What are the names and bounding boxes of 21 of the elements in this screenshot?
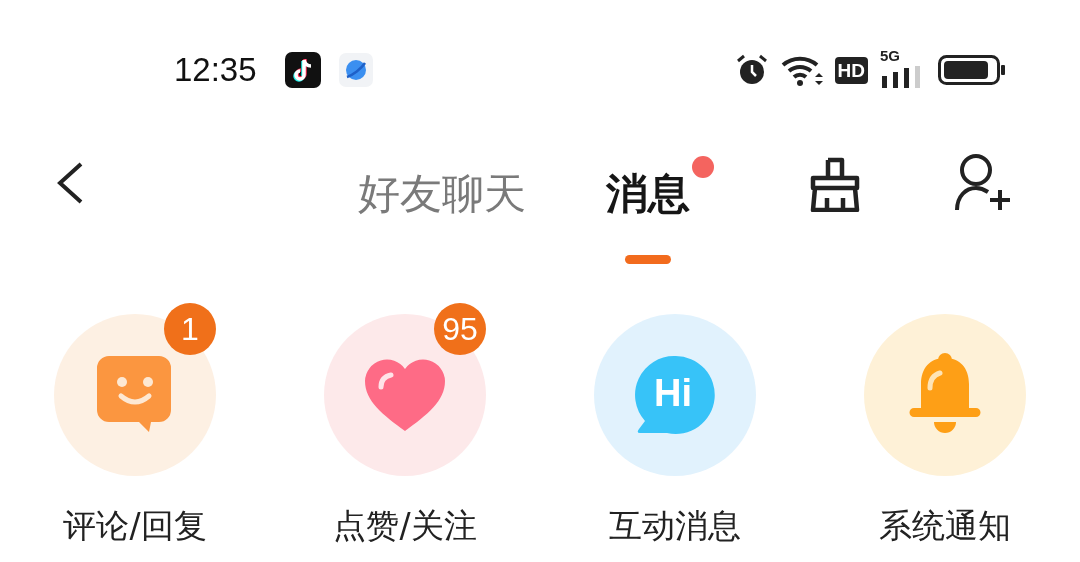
- nav-tab[interactable]: 好友聊天: [358, 154, 526, 224]
- heart-icon: [363, 357, 447, 433]
- network-label: 5G: [880, 48, 900, 63]
- category-label: 点赞/关注: [333, 505, 477, 547]
- back-icon[interactable]: [55, 161, 85, 205]
- status-time: 12:35: [174, 50, 257, 91]
- category-label: 评论/回复: [63, 505, 207, 547]
- alarm-icon: [734, 53, 769, 87]
- signal-icon: [882, 66, 922, 88]
- count-badge: 1: [164, 303, 216, 355]
- nav-tab[interactable]: 消息: [606, 154, 690, 224]
- hi-label: Hi: [654, 372, 692, 414]
- tab-indicator: [625, 255, 671, 264]
- music-app-icon: [284, 52, 321, 88]
- hd-indicator: HD: [834, 56, 868, 84]
- category-label: 系统通知: [879, 505, 1011, 547]
- battery-icon: [938, 55, 1006, 85]
- planet-app-icon: [338, 53, 373, 87]
- category-label: 互动消息: [609, 505, 741, 547]
- speech-bubble-icon: [634, 354, 716, 436]
- count-badge: 95: [434, 303, 486, 355]
